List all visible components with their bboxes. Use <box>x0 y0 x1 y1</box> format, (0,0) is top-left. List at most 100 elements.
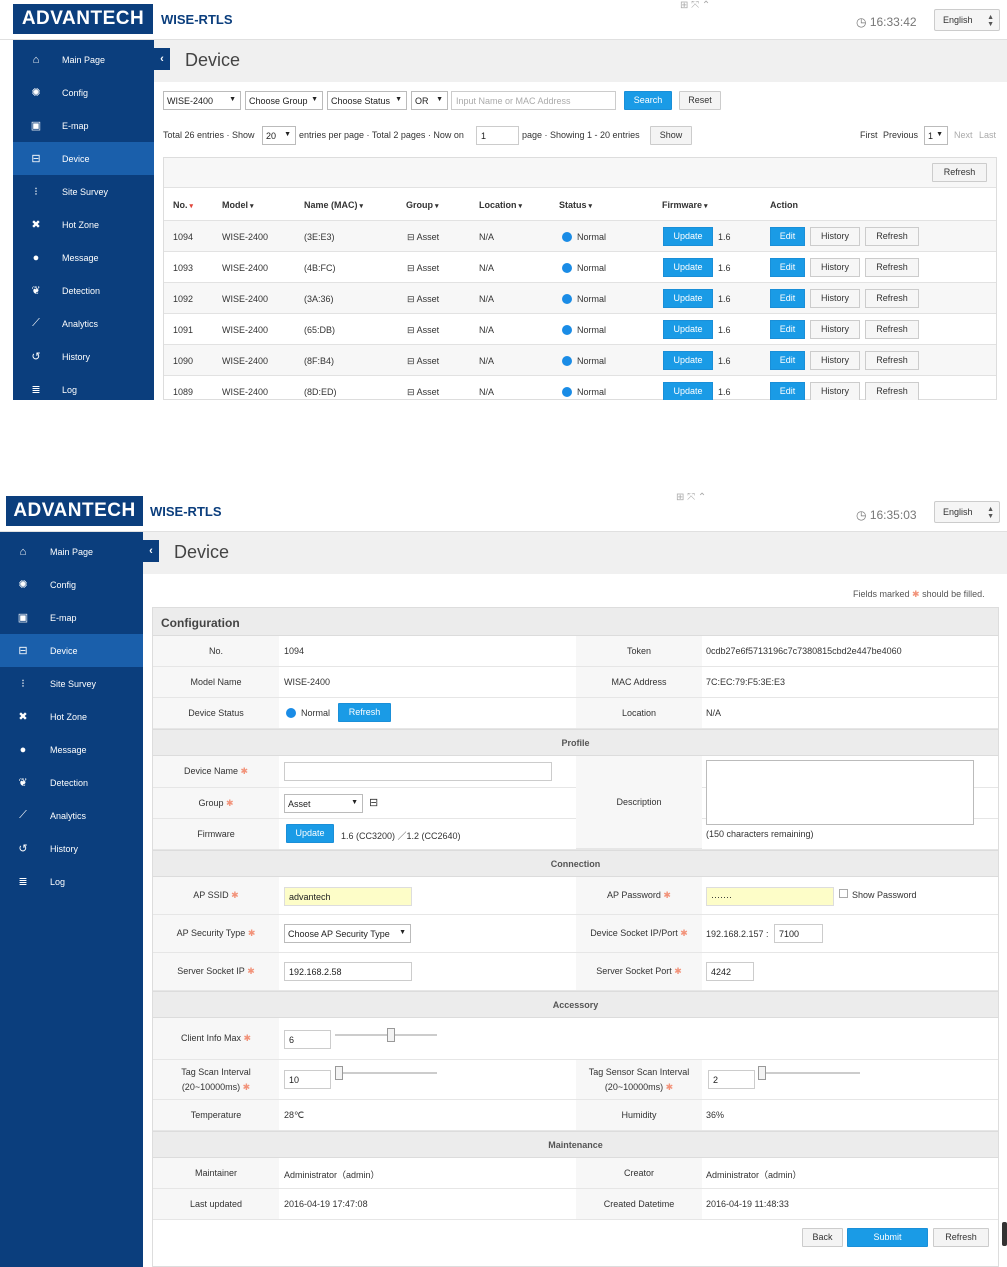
column-header-6[interactable]: Firmware ▾ <box>662 200 708 210</box>
sidebar-item-main-page[interactable]: ⌂ Main Page <box>13 43 154 76</box>
history-button[interactable]: History <box>810 289 860 308</box>
sidebar-item-hot-zone[interactable]: ✖ Hot Zone <box>13 208 154 241</box>
column-header-2[interactable]: Name (MAC) ▾ <box>304 200 363 210</box>
per-page-select[interactable]: 20 ▼ <box>262 126 296 145</box>
show-button[interactable]: Show <box>650 126 692 145</box>
language-select[interactable]: English ▲ ▼ <box>934 501 1000 523</box>
sidebar-item-analytics[interactable]: ⟋ Analytics <box>13 307 154 340</box>
sidebar-item-device[interactable]: ⊟ Device <box>13 142 154 175</box>
sidebar-item-config[interactable]: ✺ Config <box>0 568 143 601</box>
sidebar-item-config[interactable]: ✺ Config <box>13 76 154 109</box>
history-button[interactable]: History <box>810 320 860 339</box>
column-header-1[interactable]: Model ▾ <box>222 200 253 210</box>
update-button[interactable]: Update <box>663 382 713 400</box>
ssid-input[interactable]: advantech <box>284 887 412 906</box>
history-button[interactable]: History <box>810 351 860 370</box>
row-refresh-button[interactable]: Refresh <box>865 382 919 400</box>
sidebar-item-history[interactable]: ↺ History <box>0 832 143 865</box>
device-mac[interactable]: (3E:E3) <box>304 232 335 242</box>
scrollbar-handle[interactable] <box>1002 1222 1007 1246</box>
sidebar-item-main-page[interactable]: ⌂ Main Page <box>0 535 143 568</box>
show-password-checkbox[interactable] <box>839 889 848 898</box>
device-mac[interactable]: (8D:ED) <box>304 387 337 397</box>
slider-thumb[interactable] <box>335 1066 343 1080</box>
row-refresh-button[interactable]: Refresh <box>865 351 919 370</box>
search-button[interactable]: Search <box>624 91 672 110</box>
language-select[interactable]: English ▲ ▼ <box>934 9 1000 31</box>
tag-scan-input[interactable]: 10 <box>284 1070 331 1089</box>
column-header-5[interactable]: Status ▾ <box>559 200 592 210</box>
sidebar-item-detection[interactable]: ❦ Detection <box>0 766 143 799</box>
firmware-update-button[interactable]: Update <box>286 824 334 843</box>
sidebar-item-site-survey[interactable]: ⁝ Site Survey <box>0 667 143 700</box>
edit-button[interactable]: Edit <box>770 258 805 277</box>
password-input[interactable]: ······· <box>706 887 834 906</box>
page-number-input[interactable]: 1 <box>476 126 519 145</box>
device-mac[interactable]: (65:DB) <box>304 325 335 335</box>
sidebar-item-message[interactable]: ● Message <box>0 733 143 766</box>
edit-button[interactable]: Edit <box>770 382 805 400</box>
group-select[interactable]: Asset ▼ <box>284 794 363 813</box>
column-header-3[interactable]: Group ▾ <box>406 200 438 210</box>
device-name-input[interactable] <box>284 762 552 781</box>
column-header-0[interactable]: No. ▾ <box>173 200 193 210</box>
server-port-input[interactable]: 4242 <box>706 962 754 981</box>
first-page-link[interactable]: First <box>860 130 878 140</box>
sidebar-item-analytics[interactable]: ⟋ Analytics <box>0 799 143 832</box>
row-refresh-button[interactable]: Refresh <box>865 227 919 246</box>
update-button[interactable]: Update <box>663 351 713 370</box>
last-page-link[interactable]: Last <box>979 130 996 140</box>
search-input[interactable]: Input Name or MAC Address <box>451 91 616 110</box>
sidebar-item-detection[interactable]: ❦ Detection <box>13 274 154 307</box>
edit-button[interactable]: Edit <box>770 320 805 339</box>
history-button[interactable]: History <box>810 382 860 400</box>
sidebar-item-log[interactable]: ≣ Log <box>0 865 143 898</box>
reset-button[interactable]: Reset <box>679 91 721 110</box>
history-button[interactable]: History <box>810 227 860 246</box>
sidebar-item-message[interactable]: ● Message <box>13 241 154 274</box>
edit-button[interactable]: Edit <box>770 227 805 246</box>
security-select[interactable]: Choose AP Security Type ▼ <box>284 924 411 943</box>
submit-button[interactable]: Submit <box>847 1228 928 1247</box>
form-refresh-button[interactable]: Refresh <box>933 1228 989 1247</box>
slider-thumb[interactable] <box>758 1066 766 1080</box>
update-button[interactable]: Update <box>663 258 713 277</box>
sensor-scan-input[interactable]: 2 <box>708 1070 755 1089</box>
history-button[interactable]: History <box>810 258 860 277</box>
table-refresh-button[interactable]: Refresh <box>932 163 987 182</box>
status-filter-select[interactable]: Choose Status ▼ <box>327 91 407 110</box>
sidebar-item-device[interactable]: ⊟ Device <box>0 634 143 667</box>
description-textarea[interactable] <box>706 760 974 825</box>
update-button[interactable]: Update <box>663 289 713 308</box>
previous-page-link[interactable]: Previous <box>883 130 918 140</box>
sidebar-item-hot-zone[interactable]: ✖ Hot Zone <box>0 700 143 733</box>
row-refresh-button[interactable]: Refresh <box>865 289 919 308</box>
update-button[interactable]: Update <box>663 227 713 246</box>
update-button[interactable]: Update <box>663 320 713 339</box>
sidebar-item-e-map[interactable]: ▣ E-map <box>0 601 143 634</box>
window-controls-icon[interactable]: ⊞ ⤧ ⌃ <box>680 0 710 11</box>
sensor-scan-slider[interactable] <box>758 1072 860 1074</box>
sidebar-item-e-map[interactable]: ▣ E-map <box>13 109 154 142</box>
column-header-4[interactable]: Location ▾ <box>479 200 522 210</box>
device-mac[interactable]: (3A:36) <box>304 294 334 304</box>
collapse-sidebar-button[interactable]: ‹ <box>154 48 170 70</box>
sidebar-item-site-survey[interactable]: ⁝ Site Survey <box>13 175 154 208</box>
sidebar-item-log[interactable]: ≣ Log <box>13 373 154 400</box>
window-controls-icon[interactable]: ⊞ ⤧ ⌃ <box>676 492 706 503</box>
row-refresh-button[interactable]: Refresh <box>865 320 919 339</box>
tag-scan-slider[interactable] <box>335 1072 437 1074</box>
logic-select[interactable]: OR ▼ <box>411 91 448 110</box>
sidebar-item-history[interactable]: ↺ History <box>13 340 154 373</box>
status-refresh-button[interactable]: Refresh <box>338 703 391 722</box>
row-refresh-button[interactable]: Refresh <box>865 258 919 277</box>
page-jump-select[interactable]: 1 ▼ <box>924 126 948 145</box>
server-ip-input[interactable]: 192.168.2.58 <box>284 962 412 981</box>
model-filter-select[interactable]: WISE-2400 ▼ <box>163 91 241 110</box>
device-mac[interactable]: (4B:FC) <box>304 263 336 273</box>
edit-button[interactable]: Edit <box>770 289 805 308</box>
device-mac[interactable]: (8F:B4) <box>304 356 334 366</box>
collapse-sidebar-button[interactable]: ‹ <box>143 540 159 562</box>
client-max-input[interactable]: 6 <box>284 1030 331 1049</box>
slider-thumb[interactable] <box>387 1028 395 1042</box>
